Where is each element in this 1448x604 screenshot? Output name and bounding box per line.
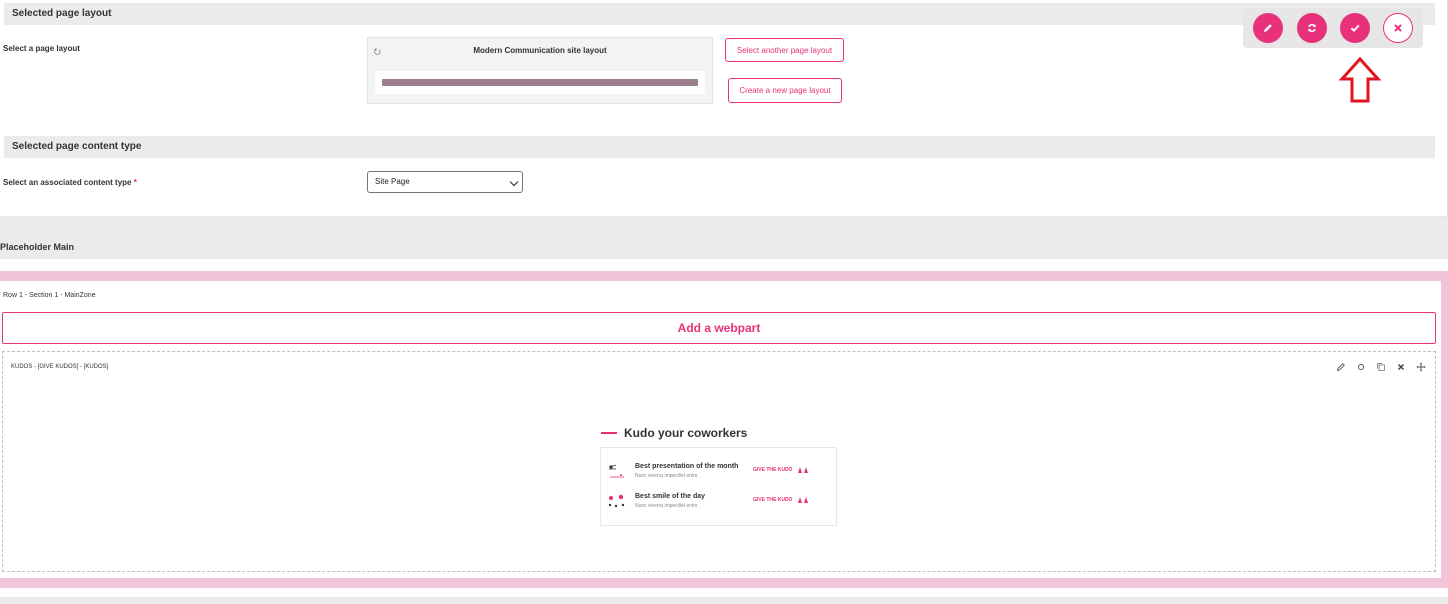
kudo-item: Best presentation of the month Nunc vive… xyxy=(607,462,832,486)
page-layout-card[interactable]: ⭮ Modern Communication site layout xyxy=(367,37,713,104)
give-kudo-link[interactable]: GIVE THE KUDO xyxy=(753,467,792,473)
placeholder-title: Placeholder Main xyxy=(0,242,75,252)
content-type-label: Select an associated content type * xyxy=(3,178,137,187)
page-layout-card-title: Modern Communication site layout xyxy=(473,46,607,55)
layout-preview xyxy=(375,71,705,94)
section-header-page-layout: Selected page layout xyxy=(4,3,1435,25)
close-icon xyxy=(1397,363,1405,371)
content-type-label-text: Select an associated content type xyxy=(3,178,132,187)
bottom-strip xyxy=(0,597,1448,604)
refresh-icon xyxy=(1357,363,1365,371)
check-icon xyxy=(1350,24,1360,32)
add-webpart-button[interactable]: Add a webpart xyxy=(2,312,1436,344)
refresh-icon xyxy=(1308,23,1316,33)
move-icon xyxy=(1416,362,1426,372)
kudo-item-title: Best presentation of the month xyxy=(635,463,739,470)
layout-preview-bar xyxy=(382,79,698,86)
close-button[interactable] xyxy=(1383,13,1413,43)
webpart-edit-button[interactable] xyxy=(1335,362,1347,375)
content-type-select-value: Site Page xyxy=(375,177,410,186)
presentation-icon xyxy=(609,464,624,478)
page-layout-label: Select a page layout xyxy=(3,44,80,53)
section-header-content-type: Selected page content type xyxy=(4,136,1435,158)
edit-toolbar xyxy=(1243,8,1423,48)
select-another-layout-button[interactable]: Select another page layout xyxy=(725,38,844,62)
smile-icon xyxy=(608,494,625,508)
placeholder-band xyxy=(0,217,1448,259)
kudo-list: Best presentation of the month Nunc vive… xyxy=(600,447,837,526)
required-mark: * xyxy=(133,178,137,187)
edit-button[interactable] xyxy=(1253,13,1283,43)
kudo-heading-text: Kudo your coworkers xyxy=(624,426,748,440)
kudo-item: Best smile of the day Nunc viverra imper… xyxy=(607,492,832,516)
chevron-down-icon xyxy=(509,177,519,187)
pencil-icon xyxy=(1336,363,1345,372)
page-settings-panel: Selected page layout Select a page layou… xyxy=(0,0,1448,217)
give-kudo-link[interactable]: GIVE THE KUDO xyxy=(753,497,792,503)
kudo-item-subtitle: Nunc viverra imperdiet enim. xyxy=(635,473,699,479)
up-arrow-annotation-icon xyxy=(1339,56,1381,103)
pencil-icon xyxy=(1264,24,1272,32)
kudo-item-title: Best smile of the day xyxy=(635,493,706,500)
kudo-heading-dash xyxy=(601,432,617,434)
webpart-refresh-button[interactable] xyxy=(1355,362,1367,375)
content-type-select[interactable]: Site Page xyxy=(367,171,523,193)
webpart-label: KUDOS - [GIVE KUDOS] - [KUDOS] xyxy=(11,364,109,370)
webpart-delete-button[interactable] xyxy=(1395,362,1407,375)
zone-label: Row 1 - Section 1 - MainZone xyxy=(3,292,96,299)
save-button[interactable] xyxy=(1340,13,1370,43)
create-new-layout-button[interactable]: Create a new page layout xyxy=(728,78,842,103)
kudo-hands-icon xyxy=(798,497,808,503)
webpart-actions xyxy=(1335,362,1427,375)
webpart-copy-button[interactable] xyxy=(1375,362,1387,375)
kudo-item-subtitle: Nunc viverra imperdiet enim. xyxy=(635,503,699,509)
close-icon xyxy=(1394,24,1402,32)
kudo-heading: Kudo your coworkers xyxy=(601,426,747,440)
copy-icon xyxy=(1377,363,1385,371)
kudos-webpart: KUDOS - [GIVE KUDOS] - [KUDOS] Kudo your… xyxy=(2,351,1436,572)
webpart-move-button[interactable] xyxy=(1415,362,1427,375)
kudo-hands-icon xyxy=(798,467,808,473)
refresh-button[interactable] xyxy=(1297,13,1327,43)
